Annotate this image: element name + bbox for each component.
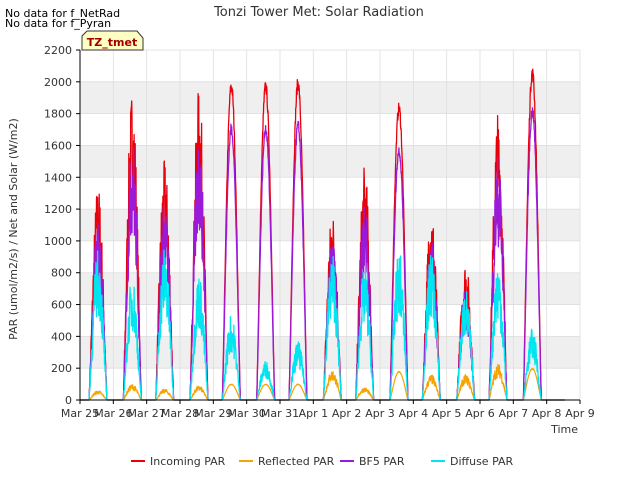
y-tick-label: 1200 — [44, 203, 72, 216]
x-tick-label: Apr 7 — [499, 407, 529, 420]
chart-title: Tonzi Tower Met: Solar Radiation — [213, 5, 424, 20]
y-tick-label: 2200 — [44, 44, 72, 57]
x-tick-label: Mar 31 — [261, 407, 299, 420]
tz-badge-label: TZ_tmet — [87, 36, 137, 49]
x-tick-label: Apr 6 — [465, 407, 495, 420]
x-tick-label: Apr 3 — [365, 407, 395, 420]
y-tick-label: 600 — [51, 299, 72, 312]
grid-band — [80, 81, 580, 114]
legend-label: BF5 PAR — [359, 455, 405, 468]
x-tick-label: Apr 1 — [299, 407, 329, 420]
x-axis-label: Time — [550, 423, 578, 436]
y-tick-label: 200 — [51, 362, 72, 375]
y-tick-label: 0 — [65, 394, 72, 407]
legend-label: Reflected PAR — [258, 455, 335, 468]
y-tick-label: 1600 — [44, 139, 72, 152]
solar-radiation-chart: Tonzi Tower Met: Solar Radiation 0 200 400… — [7, 5, 595, 468]
x-tick-label: Apr 4 — [399, 407, 429, 420]
x-tick-label: Apr 5 — [432, 407, 462, 420]
y-tick-label: 2000 — [44, 76, 72, 89]
legend-label: Incoming PAR — [150, 455, 226, 468]
y-tick-label: 800 — [51, 267, 72, 280]
y-tick-label: 400 — [51, 330, 72, 343]
y-axis-label: PAR (umol/m2/s) / Net and Solar (W/m2) — [7, 118, 20, 340]
y-tick-label: 1400 — [44, 171, 72, 184]
y-tick-label: 1800 — [44, 108, 72, 121]
legend: Incoming PAR Reflected PAR BF5 PAR Diffuse … — [131, 455, 514, 468]
tz-badge: TZ_tmet — [81, 30, 144, 51]
x-tick-label: Apr 8 — [532, 407, 562, 420]
x-tick-label: Apr 2 — [332, 407, 362, 420]
y-tick-label: 1000 — [44, 235, 72, 248]
legend-label: Diffuse PAR — [450, 455, 514, 468]
x-tick-label: Apr 9 — [565, 407, 595, 420]
grid-band — [80, 145, 580, 178]
